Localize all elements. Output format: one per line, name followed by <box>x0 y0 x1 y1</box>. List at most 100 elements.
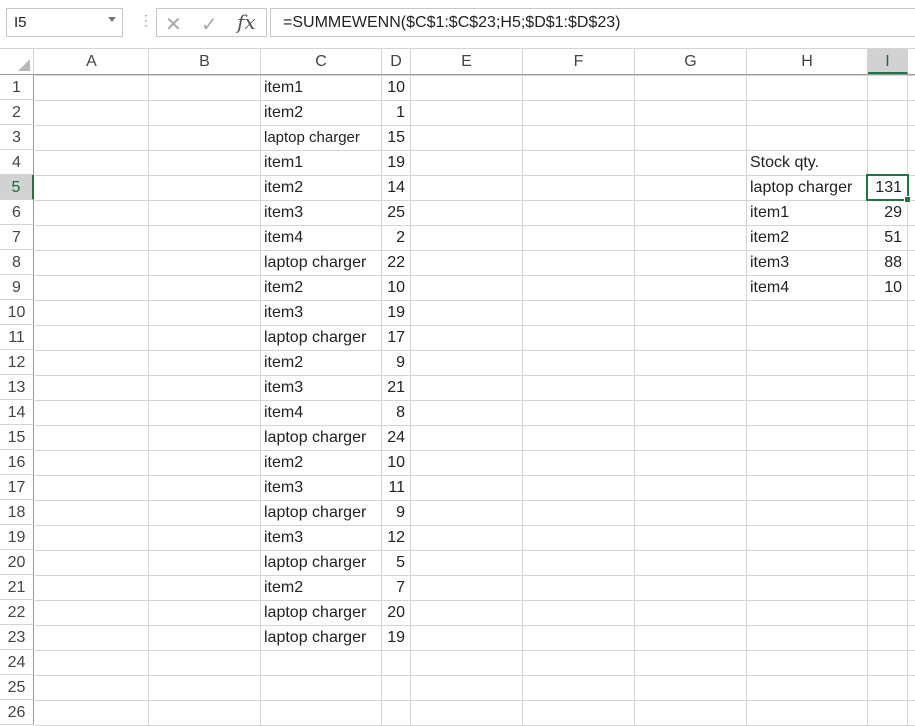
cell-d12[interactable]: 9 <box>382 350 405 375</box>
row-header-25[interactable]: 25 <box>0 675 34 700</box>
row-header-9[interactable]: 9 <box>0 275 34 300</box>
row-header-21[interactable]: 21 <box>0 575 34 600</box>
row-header-14[interactable]: 14 <box>0 400 34 425</box>
row-header-17[interactable]: 17 <box>0 475 34 500</box>
row-header-12[interactable]: 12 <box>0 350 34 375</box>
enter-check-icon[interactable]: ✓ <box>201 12 218 37</box>
cell-d1[interactable]: 10 <box>382 75 405 100</box>
column-header-c[interactable]: C <box>261 49 382 74</box>
cell-d8[interactable]: 22 <box>382 250 405 275</box>
row-header-4[interactable]: 4 <box>0 150 34 175</box>
drag-handle-icon[interactable]: ⋮ <box>139 12 153 29</box>
cell-c5[interactable]: item2 <box>264 175 303 200</box>
row-header-7[interactable]: 7 <box>0 225 34 250</box>
cell-c17[interactable]: item3 <box>264 475 303 500</box>
cell-h4[interactable]: Stock qty. <box>750 150 819 175</box>
row-header-16[interactable]: 16 <box>0 450 34 475</box>
select-all-corner[interactable] <box>0 49 34 74</box>
cell-d21[interactable]: 7 <box>382 575 405 600</box>
cell-d4[interactable]: 19 <box>382 150 405 175</box>
cell-d9[interactable]: 10 <box>382 275 405 300</box>
cell-c23[interactable]: laptop charger <box>264 625 366 650</box>
cell-d19[interactable]: 12 <box>382 525 405 550</box>
cell-d15[interactable]: 24 <box>382 425 405 450</box>
insert-function-icon[interactable]: fx <box>237 10 256 34</box>
cell-c9[interactable]: item2 <box>264 275 303 300</box>
row-header-23[interactable]: 23 <box>0 625 34 650</box>
cell-c20[interactable]: laptop charger <box>264 550 366 575</box>
cell-d3[interactable]: 15 <box>382 125 405 150</box>
column-header-a[interactable]: A <box>35 49 149 74</box>
cell-d23[interactable]: 19 <box>382 625 405 650</box>
row-header-3[interactable]: 3 <box>0 125 34 150</box>
row-header-11[interactable]: 11 <box>0 325 34 350</box>
row-header-1[interactable]: 1 <box>0 75 34 100</box>
row-header-19[interactable]: 19 <box>0 525 34 550</box>
cell-c8[interactable]: laptop charger <box>264 250 366 275</box>
cell-d22[interactable]: 20 <box>382 600 405 625</box>
cell-c13[interactable]: item3 <box>264 375 303 400</box>
row-header-13[interactable]: 13 <box>0 375 34 400</box>
cell-c7[interactable]: item4 <box>264 225 303 250</box>
cell-d6[interactable]: 25 <box>382 200 405 225</box>
cell-h8[interactable]: item3 <box>750 250 789 275</box>
cell-h5[interactable]: laptop charger <box>750 175 852 200</box>
cell-h9[interactable]: item4 <box>750 275 789 300</box>
row-header-15[interactable]: 15 <box>0 425 34 450</box>
cell-c1[interactable]: item1 <box>264 75 303 100</box>
cell-c2[interactable]: item2 <box>264 100 303 125</box>
row-header-6[interactable]: 6 <box>0 200 34 225</box>
formula-input[interactable]: =SUMMEWENN($C$1:$C$23;H5;$D$1:$D$23) <box>270 8 915 37</box>
cell-c4[interactable]: item1 <box>264 150 303 175</box>
cell-c6[interactable]: item3 <box>264 200 303 225</box>
cell-d2[interactable]: 1 <box>382 100 405 125</box>
cell-c12[interactable]: item2 <box>264 350 303 375</box>
row-header-26[interactable]: 26 <box>0 700 34 725</box>
cell-c16[interactable]: item2 <box>264 450 303 475</box>
cell-d20[interactable]: 5 <box>382 550 405 575</box>
row-header-8[interactable]: 8 <box>0 250 34 275</box>
cell-d17[interactable]: 11 <box>382 475 405 500</box>
row-header-10[interactable]: 10 <box>0 300 34 325</box>
cell-c3[interactable]: laptop charger <box>264 125 360 150</box>
cancel-icon[interactable]: ✕ <box>165 12 182 37</box>
name-box[interactable]: I5 <box>6 8 123 37</box>
cell-i6[interactable]: 29 <box>868 200 902 225</box>
cell-c15[interactable]: laptop charger <box>264 425 366 450</box>
row-header-5[interactable]: 5 <box>0 175 34 200</box>
column-header-h[interactable]: H <box>747 49 868 74</box>
cell-c18[interactable]: laptop charger <box>264 500 366 525</box>
cell-c11[interactable]: laptop charger <box>264 325 366 350</box>
chevron-down-icon[interactable] <box>108 17 116 22</box>
cell-d13[interactable]: 21 <box>382 375 405 400</box>
cell-c10[interactable]: item3 <box>264 300 303 325</box>
cell-h7[interactable]: item2 <box>750 225 789 250</box>
cell-c14[interactable]: item4 <box>264 400 303 425</box>
cell-d11[interactable]: 17 <box>382 325 405 350</box>
fill-handle[interactable] <box>904 196 911 203</box>
cell-c21[interactable]: item2 <box>264 575 303 600</box>
cell-d7[interactable]: 2 <box>382 225 405 250</box>
cell-i8[interactable]: 88 <box>868 250 902 275</box>
column-header-e[interactable]: E <box>411 49 523 74</box>
column-header-d[interactable]: D <box>382 49 411 74</box>
cell-c22[interactable]: laptop charger <box>264 600 366 625</box>
cell-area[interactable]: item1 item2 laptop charger item1 item2 item3 i… <box>35 75 915 726</box>
row-header-20[interactable]: 20 <box>0 550 34 575</box>
row-header-24[interactable]: 24 <box>0 650 34 675</box>
cell-d18[interactable]: 9 <box>382 500 405 525</box>
column-header-g[interactable]: G <box>635 49 747 74</box>
column-header-i[interactable]: I <box>868 49 908 74</box>
cell-i7[interactable]: 51 <box>868 225 902 250</box>
cell-h6[interactable]: item1 <box>750 200 789 225</box>
row-header-22[interactable]: 22 <box>0 600 34 625</box>
row-header-18[interactable]: 18 <box>0 500 34 525</box>
cell-d10[interactable]: 19 <box>382 300 405 325</box>
row-header-2[interactable]: 2 <box>0 100 34 125</box>
cell-d16[interactable]: 10 <box>382 450 405 475</box>
column-header-f[interactable]: F <box>523 49 635 74</box>
cell-c19[interactable]: item3 <box>264 525 303 550</box>
column-header-b[interactable]: B <box>149 49 261 74</box>
cell-i9[interactable]: 10 <box>868 275 902 300</box>
cell-d5[interactable]: 14 <box>382 175 405 200</box>
